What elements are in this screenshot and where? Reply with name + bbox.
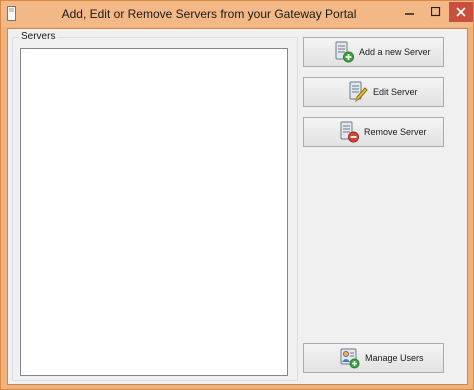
servers-group-label: Servers <box>19 31 58 42</box>
manage-users-button[interactable]: Manage Users <box>303 343 444 373</box>
server-add-icon <box>335 41 354 63</box>
server-edit-icon <box>349 81 368 103</box>
servers-groupbox: Servers <box>12 31 298 381</box>
remove-server-label: Remove Server <box>364 127 427 137</box>
minimize-icon <box>405 13 414 15</box>
add-server-button[interactable]: Add a new Server <box>303 37 444 67</box>
manage-users-label: Manage Users <box>365 353 424 363</box>
client-area: Servers Add a new Server Edit Server Rem… <box>7 28 468 385</box>
maximize-icon <box>431 7 441 17</box>
remove-server-button[interactable]: Remove Server <box>303 117 444 147</box>
title-bar[interactable]: Add, Edit or Remove Servers from your Ga… <box>1 1 473 27</box>
edit-server-button[interactable]: Edit Server <box>303 77 444 107</box>
app-icon <box>7 6 16 21</box>
servers-listbox[interactable] <box>20 48 288 376</box>
maximize-button[interactable] <box>423 2 449 22</box>
app-window: Add, Edit or Remove Servers from your Ga… <box>0 0 474 390</box>
window-title: Add, Edit or Remove Servers from your Ga… <box>61 7 357 21</box>
server-remove-icon <box>340 121 359 143</box>
edit-server-label: Edit Server <box>373 87 418 97</box>
close-button[interactable] <box>449 2 473 22</box>
close-icon <box>456 7 466 17</box>
add-server-label: Add a new Server <box>359 47 431 57</box>
minimize-button[interactable] <box>397 2 423 22</box>
users-add-icon <box>340 348 360 369</box>
